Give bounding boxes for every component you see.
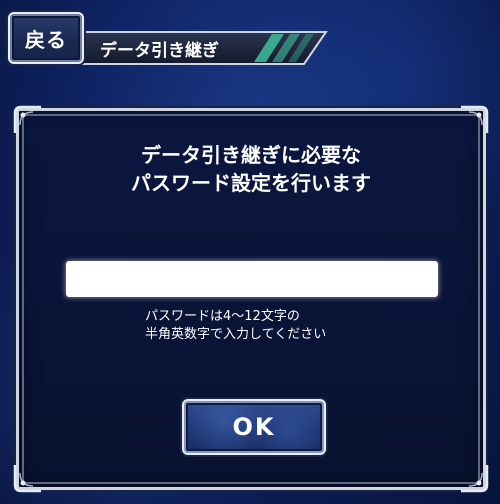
password-dialog: データ引き継ぎに必要な パスワード設定を行います パスワードは4～12文字の 半… bbox=[13, 105, 489, 493]
back-button[interactable]: 戻る bbox=[8, 12, 84, 64]
corner-ornament-icon bbox=[13, 105, 41, 133]
dialog-message-line: パスワード設定を行います bbox=[131, 171, 371, 195]
ok-button[interactable]: OK bbox=[182, 399, 326, 455]
page-title: データ引き継ぎ bbox=[100, 41, 219, 61]
corner-ornament-icon bbox=[461, 105, 489, 133]
password-hint-line: 半角英数字で入力してください bbox=[145, 327, 327, 342]
password-input[interactable] bbox=[66, 261, 438, 297]
dialog-message-line: データ引き継ぎに必要な bbox=[141, 143, 361, 167]
corner-ornament-icon bbox=[13, 465, 41, 493]
title-banner: データ引き継ぎ bbox=[70, 30, 328, 66]
dialog-message: データ引き継ぎに必要な パスワード設定を行います bbox=[19, 141, 483, 197]
corner-ornament-icon bbox=[461, 465, 489, 493]
password-hint: パスワードは4～12文字の 半角英数字で入力してください bbox=[145, 308, 326, 344]
password-hint-line: パスワードは4～12文字の bbox=[145, 309, 300, 324]
